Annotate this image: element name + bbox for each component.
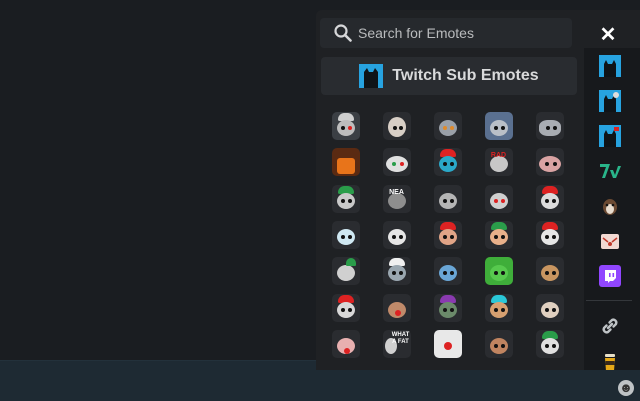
emote[interactable] bbox=[473, 108, 524, 144]
emote[interactable] bbox=[371, 289, 422, 325]
emote[interactable] bbox=[422, 253, 473, 289]
emote[interactable] bbox=[473, 181, 524, 217]
sidebar-divider bbox=[586, 300, 632, 301]
emote[interactable] bbox=[371, 217, 422, 253]
emote-grid: RAD NEA WHAT A FAT bbox=[320, 108, 580, 362]
emote[interactable] bbox=[320, 253, 371, 289]
emote[interactable]: NEA bbox=[371, 181, 422, 217]
dog-emotes-icon[interactable] bbox=[598, 194, 622, 218]
search-icon bbox=[332, 22, 354, 44]
emote-label: WHAT A FAT bbox=[391, 331, 410, 345]
emote[interactable] bbox=[320, 217, 371, 253]
emote[interactable] bbox=[422, 217, 473, 253]
link-icon[interactable] bbox=[598, 314, 622, 338]
search-box[interactable] bbox=[320, 18, 572, 48]
emote[interactable] bbox=[524, 144, 575, 180]
cup-icon[interactable] bbox=[598, 350, 622, 370]
emote-label: RAD bbox=[490, 152, 507, 160]
section-header: Twitch Sub Emotes bbox=[321, 57, 577, 95]
channel-emotes-1-icon[interactable] bbox=[598, 54, 622, 78]
emote[interactable] bbox=[320, 289, 371, 325]
channel-emotes-3-icon[interactable] bbox=[598, 124, 622, 148]
emote[interactable] bbox=[320, 181, 371, 217]
emote[interactable] bbox=[524, 289, 575, 325]
emote[interactable] bbox=[422, 181, 473, 217]
search-input[interactable] bbox=[356, 24, 560, 42]
emote-label: NEA bbox=[389, 188, 404, 196]
emote[interactable] bbox=[524, 326, 575, 362]
emote[interactable] bbox=[524, 217, 575, 253]
emote[interactable] bbox=[473, 217, 524, 253]
emote[interactable] bbox=[371, 108, 422, 144]
twitch-icon[interactable] bbox=[598, 264, 622, 288]
emote[interactable] bbox=[320, 326, 371, 362]
section-title: Twitch Sub Emotes bbox=[392, 67, 539, 84]
emote[interactable] bbox=[422, 289, 473, 325]
emote[interactable]: WHAT A FAT bbox=[371, 326, 422, 362]
emote[interactable] bbox=[473, 289, 524, 325]
emote[interactable] bbox=[473, 326, 524, 362]
emote[interactable] bbox=[320, 144, 371, 180]
emote[interactable] bbox=[422, 326, 473, 362]
7tv-icon[interactable] bbox=[598, 159, 622, 183]
emote-picker-panel: ✕ Twitch Sub Emotes RAD NEA bbox=[316, 10, 640, 370]
emote-set-sidebar bbox=[584, 48, 640, 370]
cat-emotes-icon[interactable] bbox=[598, 229, 622, 253]
channel-emotes-2-icon[interactable] bbox=[598, 89, 622, 113]
emote[interactable] bbox=[320, 108, 371, 144]
emote[interactable] bbox=[422, 144, 473, 180]
emote[interactable] bbox=[524, 253, 575, 289]
emote[interactable] bbox=[473, 253, 524, 289]
emote[interactable] bbox=[524, 181, 575, 217]
emote[interactable]: RAD bbox=[473, 144, 524, 180]
emoji-picker-icon[interactable]: ☻ bbox=[618, 380, 634, 396]
emote[interactable] bbox=[524, 108, 575, 144]
emote[interactable] bbox=[371, 253, 422, 289]
close-icon[interactable]: ✕ bbox=[594, 20, 622, 48]
emote[interactable] bbox=[422, 108, 473, 144]
channel-avatar-icon bbox=[359, 64, 384, 88]
emote[interactable] bbox=[371, 144, 422, 180]
